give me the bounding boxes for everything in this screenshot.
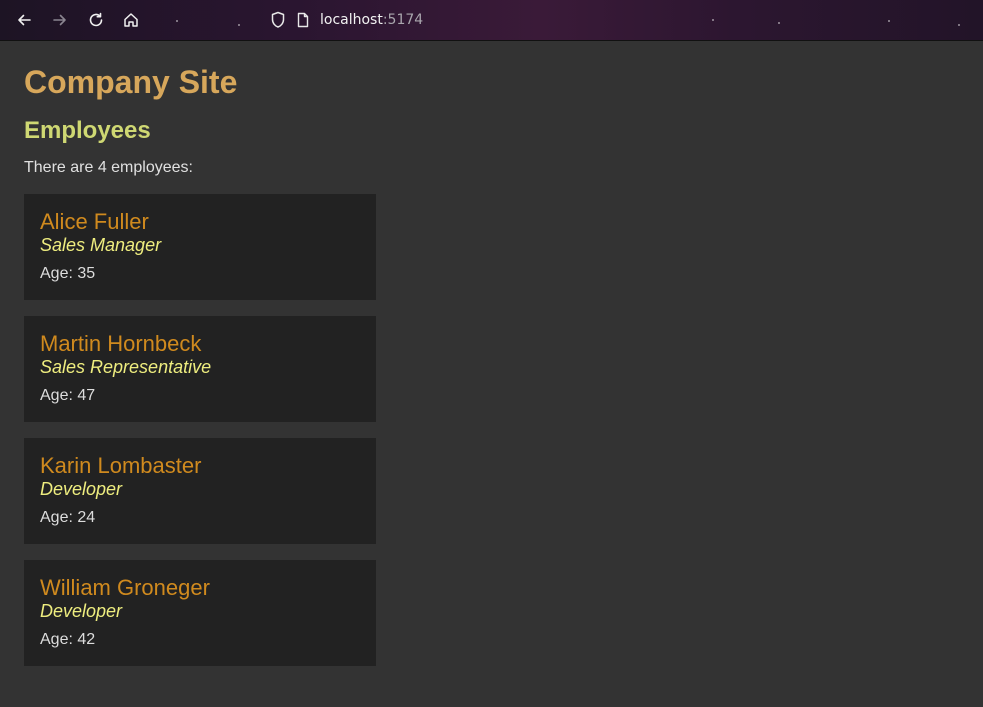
employee-card: William Groneger Developer Age: 42 xyxy=(24,560,376,666)
employee-age: Age: 42 xyxy=(40,631,96,648)
employee-card: Alice Fuller Sales Manager Age: 35 xyxy=(24,194,376,300)
employee-card: Martin Hornbeck Sales Representative Age… xyxy=(24,316,376,422)
url-port: :5174 xyxy=(382,12,424,28)
back-button[interactable] xyxy=(12,8,36,32)
employee-title: Sales Manager xyxy=(40,235,162,255)
browser-toolbar: localhost:5174 xyxy=(0,0,983,41)
url-host: localhost xyxy=(320,12,383,28)
page-icon xyxy=(297,12,309,28)
reload-icon xyxy=(89,12,103,27)
reload-button[interactable] xyxy=(84,8,108,32)
employee-count-text: There are 4 employees: xyxy=(24,159,193,176)
employee-title: Developer xyxy=(40,601,123,621)
employee-age: Age: 47 xyxy=(40,387,96,404)
employee-card: Karin Lombaster Developer Age: 24 xyxy=(24,438,376,544)
page-content: Company Site Employees There are 4 emplo… xyxy=(24,41,964,682)
shield-icon xyxy=(271,11,285,28)
forward-button[interactable] xyxy=(48,8,72,32)
employee-list: Alice Fuller Sales Manager Age: 35 Marti… xyxy=(24,194,964,666)
section-title: Employees xyxy=(24,117,151,144)
employee-title: Sales Representative xyxy=(40,357,212,377)
employee-age: Age: 35 xyxy=(40,265,96,282)
employee-title: Developer xyxy=(40,479,123,499)
arrow-left-icon xyxy=(18,14,31,26)
site-title: Company Site xyxy=(24,64,238,100)
employee-name: Martin Hornbeck xyxy=(40,331,202,356)
employee-name: Karin Lombaster xyxy=(40,453,202,478)
arrow-right-icon xyxy=(53,14,66,26)
employee-name: Alice Fuller xyxy=(40,209,149,234)
home-button[interactable] xyxy=(119,8,143,32)
employee-age: Age: 24 xyxy=(40,509,96,526)
employee-name: William Groneger xyxy=(40,575,210,600)
home-icon xyxy=(124,13,138,27)
url-text: localhost:5174 xyxy=(320,12,423,28)
address-bar[interactable]: localhost:5174 xyxy=(270,8,423,32)
